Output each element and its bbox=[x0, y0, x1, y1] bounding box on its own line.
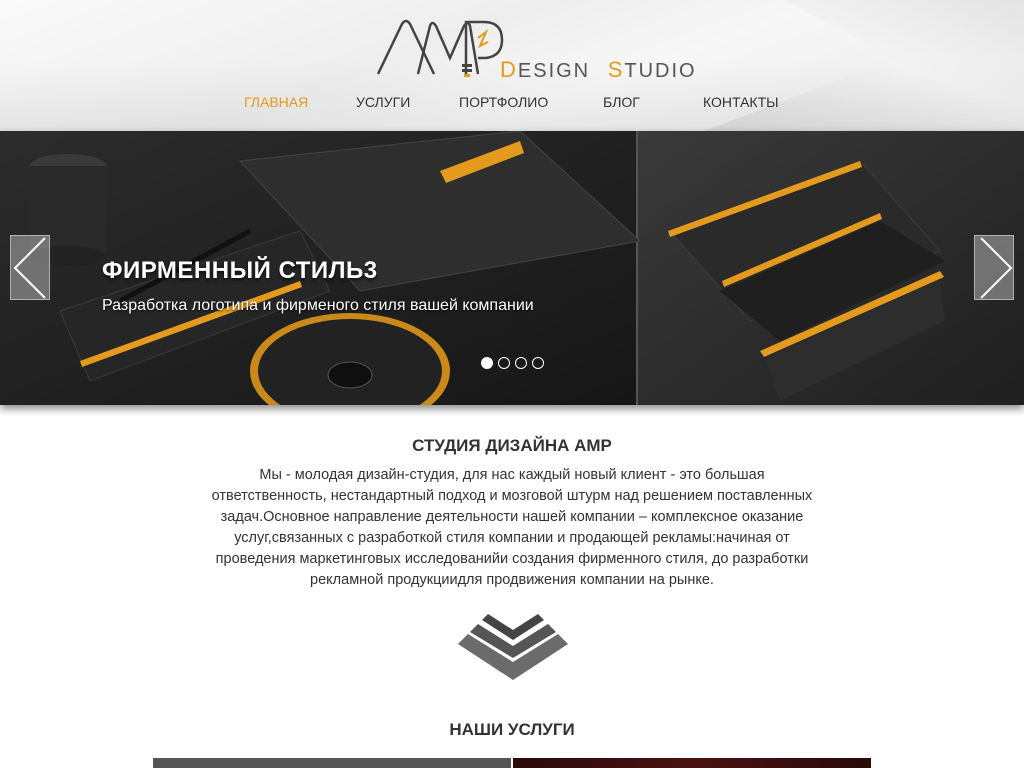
logo-tagline-design: ESIGN bbox=[517, 60, 591, 82]
service-card[interactable] bbox=[513, 758, 871, 768]
about-text: Мы - молодая дизайн-студия, для нас кажд… bbox=[211, 467, 813, 588]
slide-subtitle: Разработка логотипа и фирменого стиля ва… bbox=[102, 297, 534, 314]
slider-dot-2[interactable] bbox=[498, 357, 510, 369]
slider-next-button[interactable] bbox=[974, 235, 1014, 300]
nav-item-services[interactable]: УСЛУГИ bbox=[356, 94, 410, 110]
chevron-right-icon bbox=[980, 237, 1013, 299]
nav-item-home[interactable]: ГЛАВНАЯ bbox=[244, 94, 308, 110]
slider-prev-button[interactable] bbox=[10, 235, 50, 300]
logo-tagline-s: S bbox=[607, 57, 625, 82]
nav-item-blog[interactable]: БЛОГ bbox=[603, 94, 640, 110]
main-nav: ГЛАВНАЯ УСЛУГИ ПОРТФОЛИО БЛОГ КОНТАКТЫ bbox=[0, 94, 1024, 114]
logo-tagline-d: D bbox=[500, 57, 518, 82]
nav-item-portfolio[interactable]: ПОРТФОЛИО bbox=[459, 94, 548, 110]
chevron-left-icon bbox=[13, 237, 46, 299]
about-title: СТУДИЯ ДИЗАЙНА AMP bbox=[412, 436, 612, 455]
logo-tagline: DESIGN STUDIO bbox=[500, 57, 697, 83]
scroll-down-icon[interactable] bbox=[458, 612, 568, 680]
slide-title: ФИРМЕННЫЙ СТИЛЬ3 bbox=[102, 257, 378, 284]
logo-tagline-studio: TUDIO bbox=[624, 60, 697, 82]
nav-item-contacts[interactable]: КОНТАКТЫ bbox=[703, 94, 779, 110]
site-header: DESIGN STUDIO ГЛАВНАЯ УСЛУГИ ПОРТФОЛИО Б… bbox=[0, 0, 1024, 131]
service-card[interactable] bbox=[153, 758, 511, 768]
slider-dot-3[interactable] bbox=[515, 357, 527, 369]
services-title: НАШИ УСЛУГИ bbox=[449, 720, 575, 739]
slider-dot-1[interactable] bbox=[481, 357, 493, 369]
slider-dot-4[interactable] bbox=[532, 357, 544, 369]
